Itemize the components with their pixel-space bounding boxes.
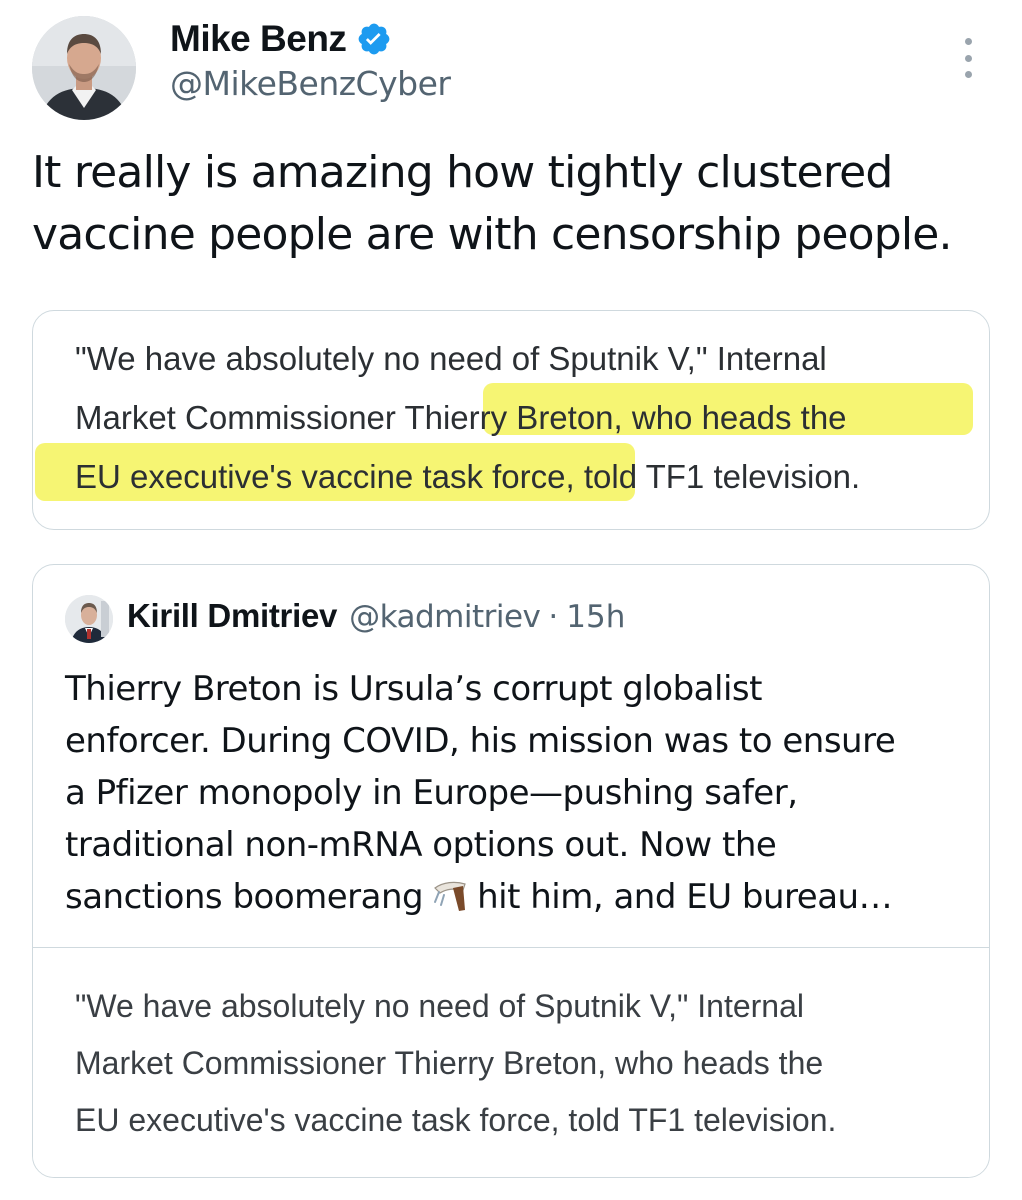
attached-image[interactable]: "We have absolutely no need of Sputnik V… bbox=[32, 310, 990, 530]
verified-badge-icon bbox=[359, 23, 390, 55]
quoted-text-line: sanctions boomerang hit him, and EU bure… bbox=[65, 871, 965, 923]
author-name-row[interactable]: Mike Benz bbox=[170, 16, 392, 62]
author-handle[interactable]: @MikeBenzCyber bbox=[170, 64, 451, 103]
quoted-text-line: a Pfizer monopoly in Europe—pushing safe… bbox=[65, 773, 798, 813]
quoted-tweet[interactable]: Kirill Dmitriev @kadmitriev · 15h Thierr… bbox=[32, 564, 990, 1178]
author-display-name[interactable]: Mike Benz bbox=[170, 18, 347, 60]
quoted-text-line: traditional non-mRNA options out. Now th… bbox=[65, 825, 777, 865]
quoted-media-image[interactable]: "We have absolutely no need of Sputnik V… bbox=[33, 947, 989, 1177]
quoted-header: Kirill Dmitriev @kadmitriev · 15h bbox=[127, 597, 625, 635]
more-options-icon[interactable] bbox=[958, 38, 978, 78]
more-dot bbox=[964, 38, 972, 45]
quoted-text: Thierry Breton is Ursula’s corrupt globa… bbox=[65, 663, 965, 923]
tweet-text: It really is amazing how tightly cluster… bbox=[32, 147, 953, 260]
quoted-text-line: enforcer. During COVID, his mission was … bbox=[65, 721, 896, 761]
more-dot bbox=[964, 54, 972, 62]
quoted-handle[interactable]: @kadmitriev bbox=[349, 599, 541, 635]
quoted-display-name[interactable]: Kirill Dmitriev bbox=[127, 597, 337, 635]
quoted-text-segment: sanctions boomerang bbox=[65, 877, 424, 917]
quoted-timestamp[interactable]: 15h bbox=[566, 599, 625, 635]
quoted-separator: · bbox=[548, 599, 559, 635]
author-avatar[interactable] bbox=[32, 16, 136, 120]
quoted-author-avatar[interactable] bbox=[65, 595, 113, 643]
quoted-text-line: Thierry Breton is Ursula’s corrupt globa… bbox=[65, 669, 762, 709]
quoted-media-excerpt: "We have absolutely no need of Sputnik V… bbox=[75, 988, 837, 1138]
image-excerpt-text: "We have absolutely no need of Sputnik V… bbox=[75, 340, 861, 495]
tweet: Mike Benz @MikeBenzCyber It really is am… bbox=[0, 0, 1022, 1200]
more-dot bbox=[964, 71, 972, 78]
boomerang-icon bbox=[434, 881, 466, 911]
quoted-text-segment: hit him, and EU bureau… bbox=[477, 877, 893, 917]
